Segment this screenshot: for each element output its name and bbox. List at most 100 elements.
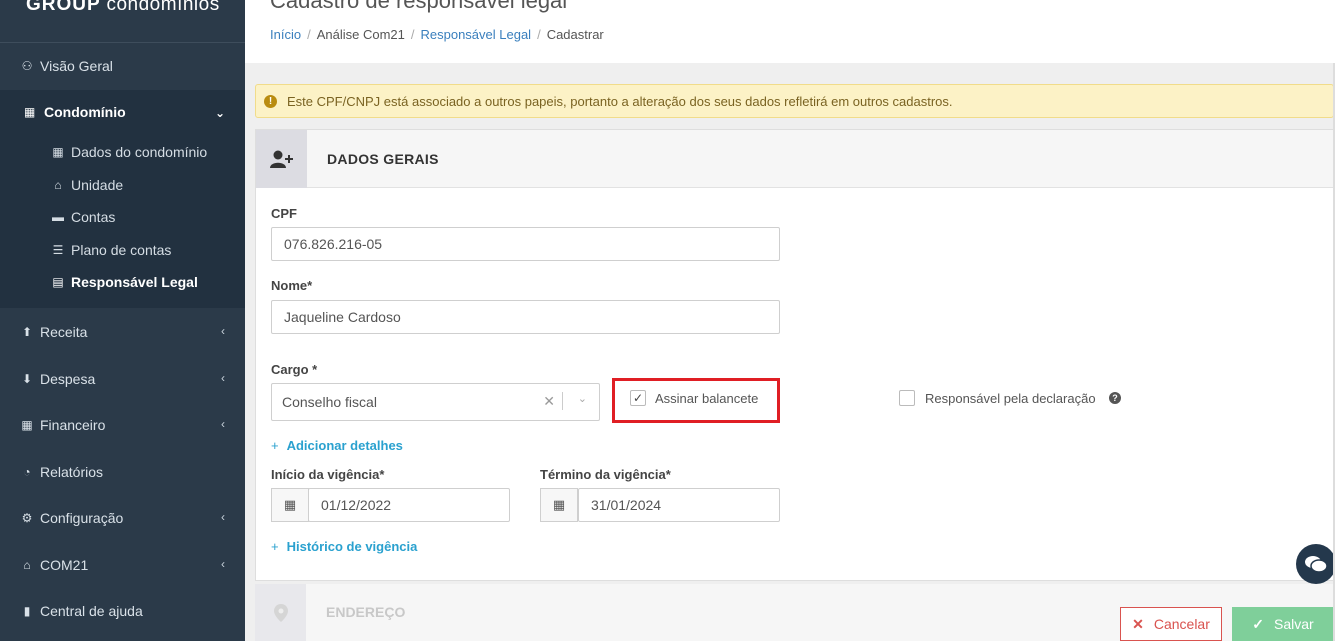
chat-icon[interactable] [1296, 544, 1335, 584]
termino-vigencia-label: Término da vigência* [540, 467, 671, 482]
sidebar-item-contas[interactable]: ▬ Contas [51, 207, 115, 227]
chevron-down-icon: ⌄ [215, 106, 226, 120]
close-icon: ✕ [1132, 615, 1144, 632]
nav-label: Despesa [40, 371, 96, 387]
nav-relatorios[interactable]: ◔ Relatórios [0, 452, 245, 492]
chevron-left-icon: ‹ [221, 557, 225, 571]
breadcrumb-cadastrar: Cadastrar [546, 27, 604, 42]
arrow-circle-up-icon: ⬆ [21, 325, 33, 339]
breadcrumb-inicio[interactable]: Início [270, 27, 301, 42]
arrow-circle-down-icon: ⬇ [21, 372, 33, 386]
nav-label: Configuração [40, 510, 124, 526]
sidebar-item-unidade[interactable]: ⌂ Unidade [51, 175, 123, 195]
nav-despesa[interactable]: ⬇ Despesa ‹ [0, 359, 245, 399]
gear-icon: ⚙ [21, 511, 33, 525]
nav-label: Financeiro [40, 417, 106, 433]
termino-vigencia-input[interactable]: 31/01/2024 [578, 488, 780, 522]
plus-icon: + [271, 438, 279, 453]
check-icon: ✓ [1252, 615, 1265, 632]
cargo-select[interactable]: Conselho fiscal ✕ ⌄ [271, 383, 600, 421]
sub-item-label: Contas [71, 209, 116, 225]
adicionar-detalhes-link[interactable]: + Adicionar detalhes [271, 438, 403, 453]
sub-item-label: Plano de contas [71, 242, 172, 258]
sidebar-item-plano-contas[interactable]: ☰ Plano de contas [51, 240, 172, 260]
home-icon: ⌂ [23, 558, 31, 572]
nav-financeiro[interactable]: ▦ Financeiro ‹ [0, 405, 245, 445]
cargo-selected-value: Conselho fiscal [282, 394, 377, 410]
nav-condominio-group: ▦ Condomínio ⌄ ▦ Dados do condomínio ⌂ U… [0, 90, 245, 308]
calendar-icon[interactable]: ▦ [271, 488, 309, 522]
nav-label: COM21 [40, 557, 89, 573]
nav-com21[interactable]: ⌂ COM21 ‹ [0, 545, 245, 585]
brand-logo[interactable]: GROUP condomínios [26, 0, 220, 16]
sidebar: GROUP condomínios ⚇ Visão Geral ▦ Condom… [0, 0, 245, 641]
chevron-left-icon: ‹ [221, 417, 225, 431]
card-title: DADOS GERAIS [327, 151, 439, 167]
chevron-left-icon: ‹ [221, 324, 225, 338]
nav-receita[interactable]: ⬆ Receita ‹ [0, 312, 245, 352]
sub-item-label: Dados do condomínio [71, 144, 208, 160]
sitemap-icon: ⚇ [21, 59, 33, 73]
assinar-balancete-label: Assinar balancete [655, 391, 759, 406]
book-icon: ▮ [23, 604, 31, 618]
sidebar-item-responsavel-legal[interactable]: ▤ Responsável Legal [51, 272, 198, 292]
responsavel-declaracao-label: Responsável pela declaração [925, 391, 1096, 406]
nome-input[interactable]: Jaqueline Cardoso [271, 300, 780, 334]
breadcrumb: Início / Análise Com21 / Responsável Leg… [270, 27, 604, 42]
chevron-down-icon[interactable]: ⌄ [578, 392, 587, 405]
nav-condominio[interactable]: ▦ Condomínio ⌄ [24, 104, 225, 120]
page-header: Cadastro de responsável legal Início / A… [245, 0, 1335, 63]
cpf-label: CPF [271, 206, 297, 221]
nav-label: Receita [40, 324, 88, 340]
breadcrumb-separator: / [307, 27, 311, 42]
nav-visao-geral[interactable]: ⚇ Visão Geral [0, 46, 245, 86]
button-label: Cancelar [1153, 616, 1210, 632]
page-title: Cadastro de responsável legal [270, 0, 568, 13]
divider [0, 42, 245, 43]
breadcrumb-separator: / [410, 27, 415, 42]
chevron-left-icon: ‹ [221, 510, 225, 524]
nav-label: Visão Geral [40, 58, 113, 74]
calculator-icon: ▦ [21, 418, 33, 432]
cpf-input[interactable]: 076.826.216-05 [271, 227, 780, 261]
link-label: Histórico de vigência [286, 539, 418, 554]
cargo-label: Cargo * [271, 362, 318, 377]
list-icon: ☰ [52, 243, 64, 257]
card-header: DADOS GERAIS [256, 130, 1333, 188]
sidebar-item-dados-condominio[interactable]: ▦ Dados do condomínio [51, 142, 207, 162]
user-plus-icon [256, 130, 307, 188]
nav-central-ajuda[interactable]: ▮ Central de ajuda [0, 591, 245, 631]
save-button[interactable]: ✓ Salvar [1232, 607, 1334, 641]
select-divider [562, 392, 563, 410]
breadcrumb-analise: Análise Com21 [316, 27, 405, 42]
pie-chart-icon: ◔ [23, 465, 31, 479]
clear-icon[interactable]: ✕ [543, 393, 555, 410]
warning-icon: ! [264, 94, 277, 108]
nav-configuracao[interactable]: ⚙ Configuração ‹ [0, 498, 245, 538]
nav-label: Condomínio [44, 104, 126, 120]
warning-alert: ! Este CPF/CNPJ está associado a outros … [255, 84, 1334, 118]
button-label: Salvar [1274, 616, 1314, 632]
map-marker-icon [255, 584, 306, 641]
plus-icon: + [271, 539, 279, 554]
responsavel-declaracao-checkbox[interactable] [899, 390, 915, 406]
credit-card-icon: ▬ [52, 210, 64, 224]
building-icon: ▦ [52, 145, 64, 159]
calendar-icon[interactable]: ▦ [540, 488, 578, 522]
nav-label: Relatórios [40, 464, 104, 480]
link-label: Adicionar detalhes [286, 438, 403, 453]
building-icon: ▦ [24, 105, 36, 119]
home-icon: ⌂ [54, 178, 62, 192]
alert-text: Este CPF/CNPJ está associado a outros pa… [287, 93, 953, 109]
assinar-balancete-checkbox[interactable]: ✓ [630, 390, 646, 406]
sub-item-label: Unidade [71, 177, 124, 193]
cancel-button[interactable]: ✕ Cancelar [1120, 607, 1222, 641]
nome-label: Nome* [271, 278, 313, 293]
breadcrumb-responsavel[interactable]: Responsável Legal [420, 27, 531, 42]
question-icon[interactable]: ? [1109, 392, 1121, 404]
id-card-icon: ▤ [52, 275, 64, 289]
nav-label: Central de ajuda [40, 603, 143, 619]
historico-vigencia-link[interactable]: + Histórico de vigência [271, 539, 417, 554]
chevron-left-icon: ‹ [221, 371, 225, 385]
inicio-vigencia-input[interactable]: 01/12/2022 [308, 488, 510, 522]
